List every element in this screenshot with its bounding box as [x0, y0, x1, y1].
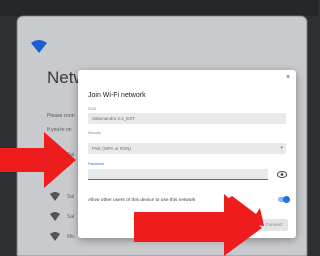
dialog-title: Join Wi-Fi network	[88, 92, 146, 99]
instruction-text: Please conn	[47, 113, 75, 119]
network-name: Mic	[67, 234, 75, 240]
arrow-icon	[0, 132, 76, 188]
network-item[interactable]: Mic	[50, 232, 75, 242]
security-label: Security	[88, 131, 101, 135]
network-name: Sal	[67, 194, 75, 200]
network-item[interactable]: Sal	[50, 212, 74, 222]
password-label: Password	[88, 162, 104, 166]
password-input[interactable]	[88, 169, 268, 180]
close-icon[interactable]: ×	[286, 74, 290, 81]
security-select[interactable]: PSK (WPA or RSN)	[88, 143, 286, 154]
network-item[interactable]: Sal	[50, 192, 74, 202]
top-bar	[0, 0, 318, 16]
connect-button[interactable]: Connect	[260, 219, 288, 231]
wifi-icon	[50, 232, 60, 241]
allow-other-users-toggle[interactable]	[278, 196, 290, 203]
eye-icon[interactable]	[277, 171, 287, 178]
toggle-knob	[283, 196, 290, 203]
ssid-label: SSID	[88, 107, 97, 111]
wifi-icon	[50, 192, 60, 201]
network-name: Sal	[67, 214, 75, 220]
wifi-logo-icon	[31, 40, 47, 53]
arrow-icon	[226, 196, 264, 226]
ssid-field[interactable]: Salamandra 2.4_EXT	[88, 113, 286, 124]
wifi-icon	[50, 212, 60, 221]
